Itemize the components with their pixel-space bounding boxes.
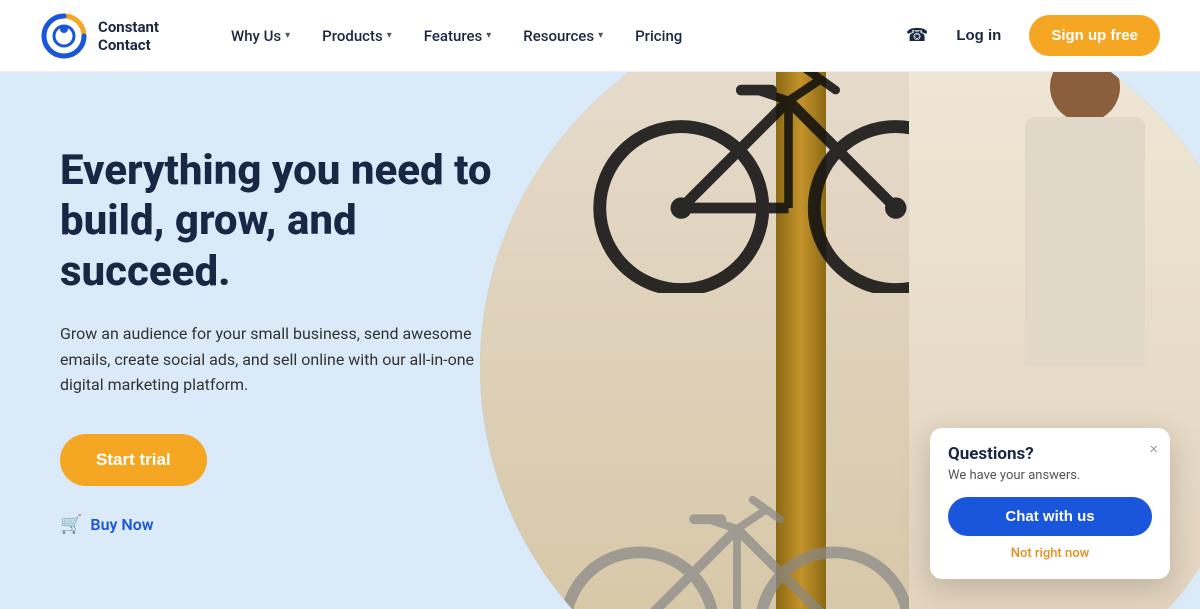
logo[interactable]: Constant Contact [40, 12, 159, 60]
chat-questions-label: Questions? [948, 444, 1152, 464]
cart-icon: 🛒 [60, 514, 82, 535]
buy-now-link[interactable]: 🛒 Buy Now [60, 514, 500, 535]
chat-with-us-button[interactable]: Chat with us [948, 497, 1152, 536]
chevron-down-icon: ▾ [598, 30, 603, 41]
header: Constant Contact Why Us ▾ Products ▾ Fea… [0, 0, 1200, 72]
main-nav: Why Us ▾ Products ▾ Features ▾ Resources… [219, 19, 906, 53]
nav-why-us[interactable]: Why Us ▾ [219, 19, 302, 53]
signup-button[interactable]: Sign up free [1029, 15, 1160, 56]
person-body [1025, 117, 1145, 367]
chevron-down-icon: ▾ [486, 30, 491, 41]
hero-section: Everything you need to build, grow, and … [0, 72, 1200, 609]
logo-text: Constant Contact [98, 18, 159, 54]
person-head [1050, 72, 1120, 122]
header-actions: ☎ Log in Sign up free [906, 15, 1160, 56]
chevron-down-icon: ▾ [387, 30, 392, 41]
phone-icon[interactable]: ☎ [906, 25, 928, 46]
close-icon[interactable]: × [1150, 438, 1158, 457]
hero-content: Everything you need to build, grow, and … [0, 86, 560, 595]
logo-icon [40, 12, 88, 60]
start-trial-button[interactable]: Start trial [60, 434, 207, 486]
nav-features[interactable]: Features ▾ [412, 19, 504, 53]
nav-resources[interactable]: Resources ▾ [511, 19, 615, 53]
chevron-down-icon: ▾ [285, 30, 290, 41]
hero-subtitle: Grow an audience for your small business… [60, 321, 500, 398]
chat-subtitle: We have your answers. [948, 468, 1152, 483]
buy-now-label: Buy Now [90, 515, 153, 534]
nav-products[interactable]: Products ▾ [310, 19, 404, 53]
nav-pricing[interactable]: Pricing [623, 19, 694, 53]
login-button[interactable]: Log in [944, 19, 1013, 52]
chat-widget: × Questions? We have your answers. Chat … [930, 428, 1170, 579]
hero-title: Everything you need to build, grow, and … [60, 146, 500, 297]
bike-lower [542, 451, 932, 609]
not-right-now-link[interactable]: Not right now [948, 546, 1152, 561]
